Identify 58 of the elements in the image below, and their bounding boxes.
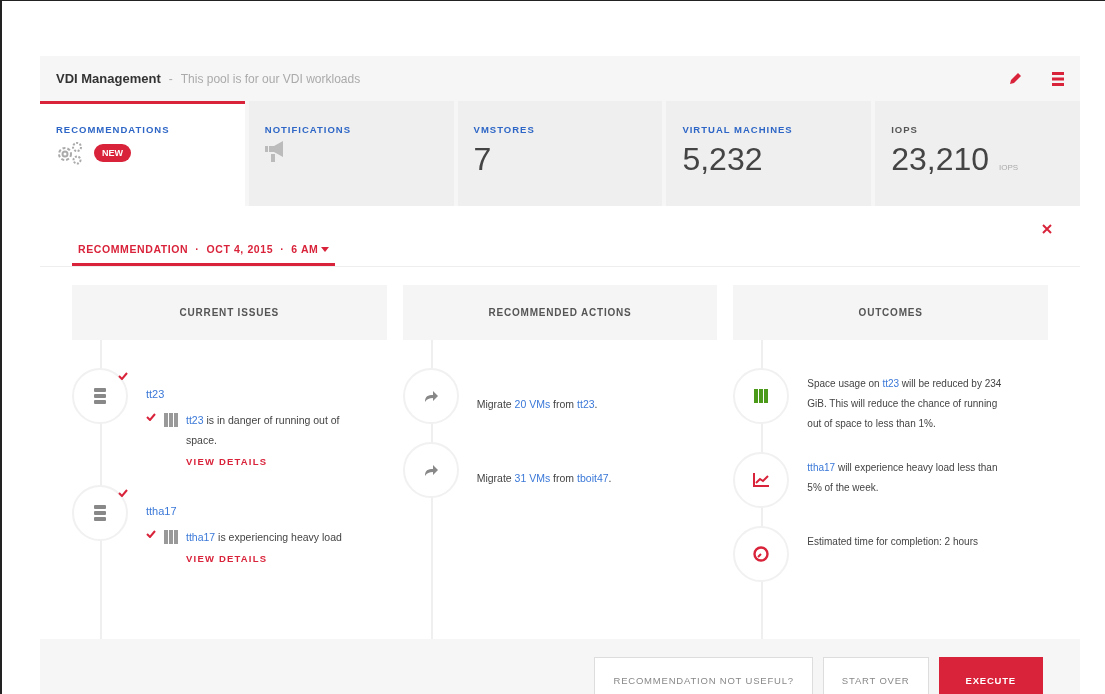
secondary-button[interactable]: START OVER [822, 657, 929, 694]
line-chart-icon [753, 473, 770, 487]
tab-label: NOTIFICATIONS [264, 124, 351, 135]
link[interactable]: ttha17 [186, 531, 216, 543]
column-title: CURRENT ISSUES [179, 307, 280, 318]
tab-value: 23,210 [891, 141, 990, 178]
link[interactable]: tboit47 [577, 472, 609, 484]
server-icon [94, 505, 106, 521]
pool-title: VDI Management [56, 71, 161, 86]
close-icon[interactable] [1042, 224, 1052, 234]
menu-icon[interactable] [1052, 71, 1064, 86]
server-icon [94, 388, 106, 404]
unit-label: IOPS [999, 163, 1019, 172]
tab[interactable]: IOPS 23,210 IOPS [875, 101, 1080, 206]
datastore-link[interactable]: tt23 [146, 388, 351, 400]
link[interactable]: tt23 [577, 398, 595, 410]
tab-label: VIRTUAL MACHINES [682, 124, 793, 135]
tab[interactable]: VMSTORES 7 [457, 101, 663, 206]
tab[interactable]: RECOMMENDATIONS NEW [40, 101, 245, 206]
recommendation-dropdown[interactable]: RECOMMENDATION · OCT 4, 2015 · 6 AM [72, 242, 336, 266]
issue-text: tt23 is in danger of running out of space. [186, 413, 341, 448]
action-text: Migrate 20 VMs from tt23. [476, 397, 598, 412]
link[interactable]: 20 VMs [514, 398, 551, 410]
pool-description: This pool is for our VDI workloads [180, 71, 361, 86]
tab[interactable]: VIRTUAL MACHINES 5,232 [666, 101, 872, 206]
share-arrow-icon [423, 390, 438, 402]
outcome-text: Estimated time for completion: 2 hours [807, 535, 978, 549]
secondary-button[interactable]: RECOMMENDATION NOT USEFUL? [594, 657, 813, 694]
new-badge: NEW [94, 144, 131, 162]
tab[interactable]: NOTIFICATIONS [248, 101, 454, 206]
datastore-link[interactable]: ttha17 [146, 505, 342, 517]
link[interactable]: ttha17 [807, 462, 836, 473]
pencil-icon[interactable] [1008, 71, 1022, 86]
share-arrow-icon [423, 464, 438, 476]
action-text: Migrate 31 VMs from tboit47. [476, 471, 612, 486]
column-title: RECOMMENDED ACTIONS [488, 307, 632, 318]
tab-label: IOPS [891, 124, 918, 135]
gears-icon [56, 141, 84, 165]
tab-value: 5,232 [682, 141, 763, 178]
separator: - [168, 71, 173, 86]
caret-icon [321, 246, 330, 252]
outcome-text: Space usage on tt23 will be reduced by 234 GiB. This will reduce the chance of running out of space to less than 1%. [807, 377, 1003, 431]
link[interactable]: 31 VMs [514, 472, 551, 484]
storage-icon [164, 413, 178, 427]
execute-button[interactable]: EXECUTE [938, 657, 1043, 694]
link[interactable]: tt23 [882, 378, 900, 389]
tab-label: VMSTORES [473, 124, 535, 135]
clock-icon [753, 546, 770, 562]
storage-icon [754, 389, 769, 403]
tab-value: 7 [473, 141, 492, 178]
issue-text: ttha17 is experiencing heavy load [186, 530, 342, 545]
view-details-link[interactable]: VIEW DETAILS [186, 553, 268, 564]
column-title: OUTCOMES [858, 307, 923, 318]
view-details-link[interactable]: VIEW DETAILS [186, 456, 268, 467]
link[interactable]: tt23 [186, 414, 204, 426]
outcome-text: ttha17 will experience heavy load less than 5% of the week. [807, 461, 999, 495]
tab-label: RECOMMENDATIONS [56, 124, 170, 135]
storage-icon [164, 530, 178, 544]
